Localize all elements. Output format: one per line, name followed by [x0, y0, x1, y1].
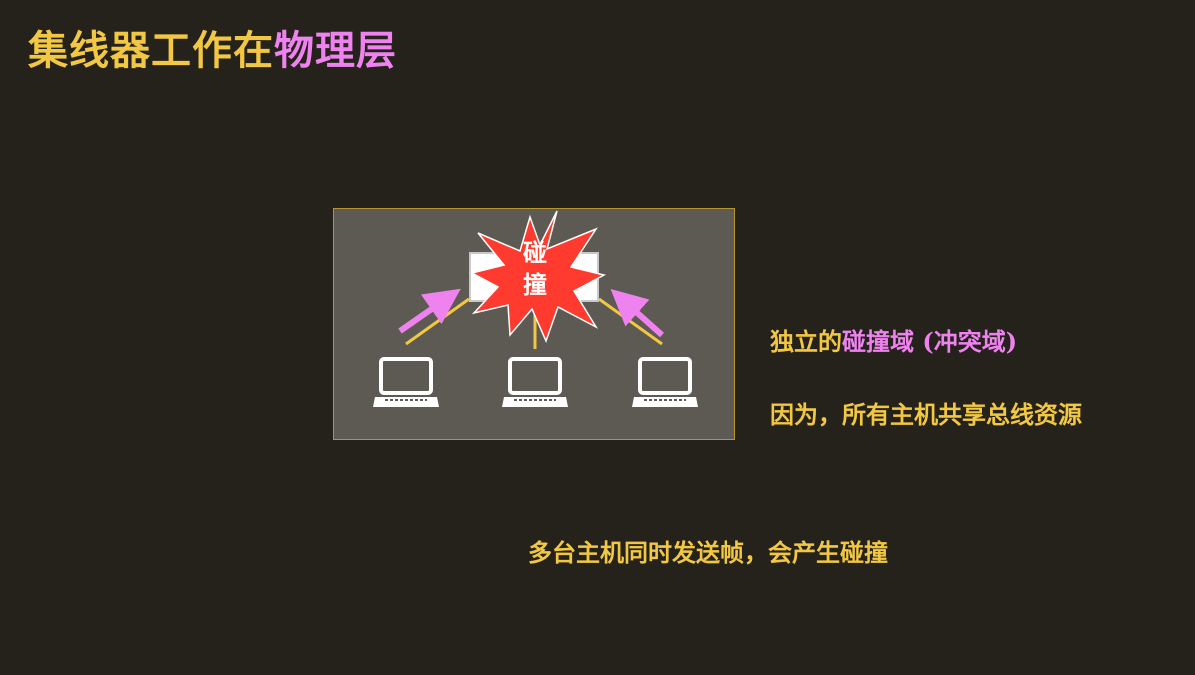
collision-domain-term: 碰撞域 (冲突域) — [842, 327, 1018, 356]
collision-label-line-1: 碰 — [523, 238, 547, 267]
hub-collision-diagram: 碰 撞 — [333, 208, 735, 440]
laptop-icon — [502, 357, 568, 407]
title-part-2: 物理层 — [274, 27, 397, 74]
laptop-icon — [373, 357, 439, 407]
laptop-icon — [632, 357, 698, 407]
collision-cause-note: 多台主机同时发送帧，会产生碰撞 — [528, 538, 888, 567]
shared-bus-note: 因为，所有主机共享总线资源 — [770, 400, 1082, 429]
title-part-1: 集线器工作在 — [28, 27, 274, 74]
collision-domain-note: 独立的碰撞域 (冲突域) — [770, 322, 1017, 357]
collision-label-line-2: 撞 — [523, 270, 547, 299]
slide-title: 集线器工作在物理层 — [28, 18, 397, 76]
collision-domain-prefix: 独立的 — [770, 327, 842, 356]
collision-label: 碰 撞 — [514, 237, 556, 301]
